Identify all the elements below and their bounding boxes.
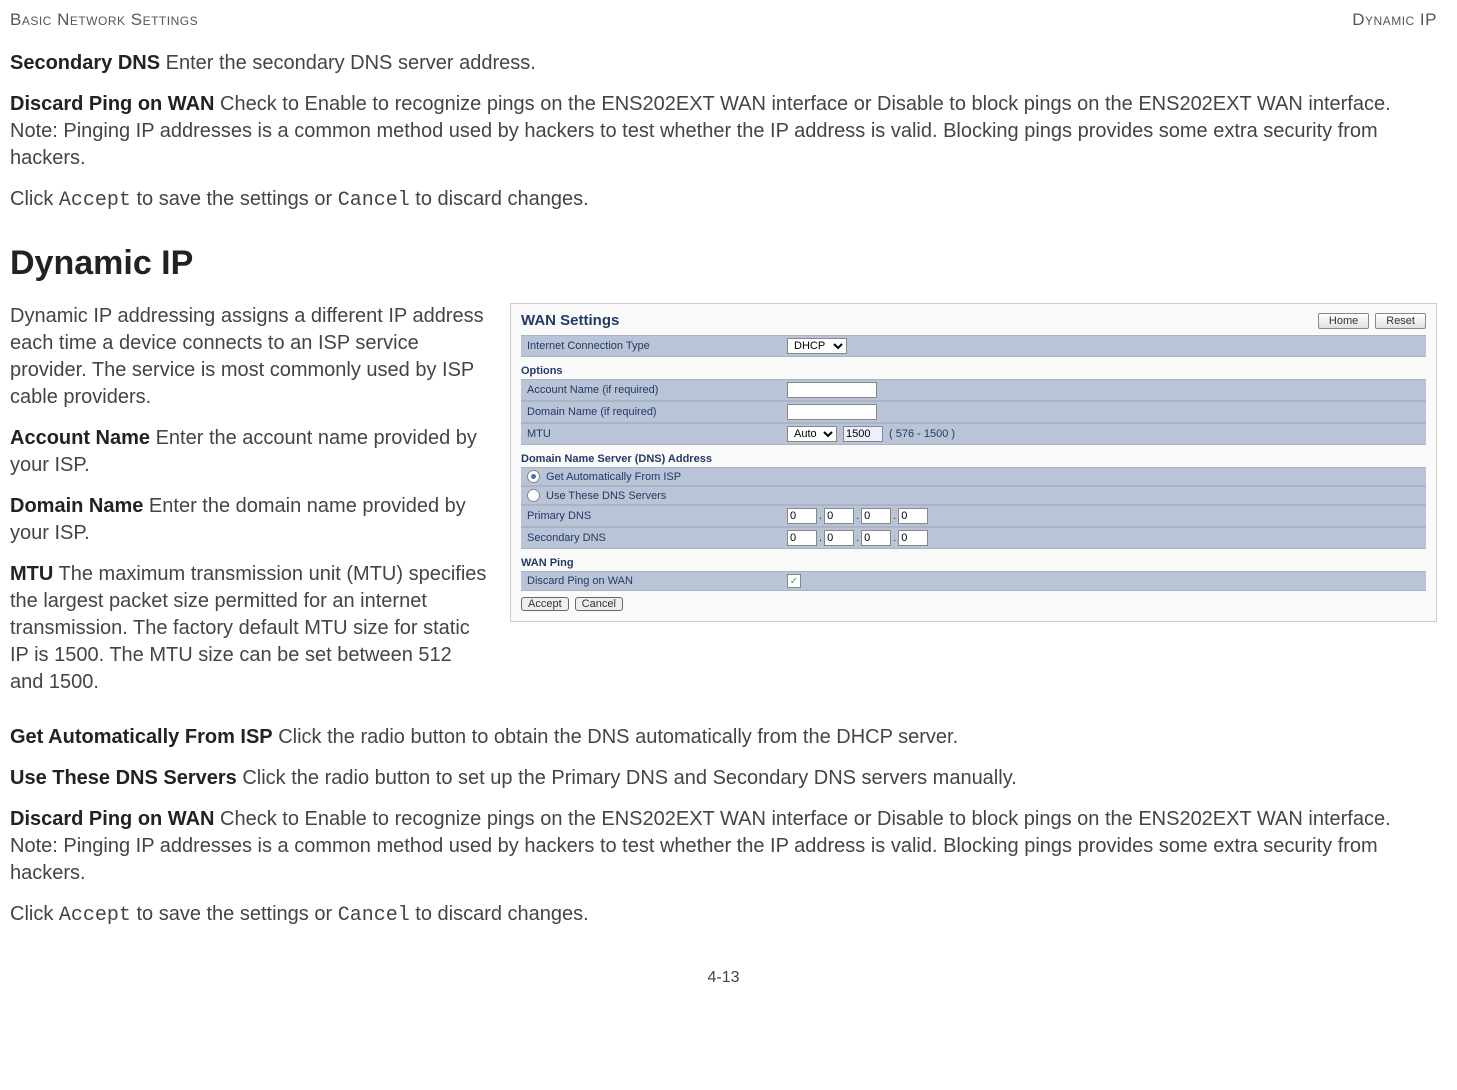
label-discard-ping-1: Discard Ping on WAN <box>10 93 214 115</box>
home-button[interactable]: Home <box>1318 313 1369 329</box>
code-accept-1: Accept <box>59 189 131 212</box>
row-mtu: MTU Auto ( 576 - 1500 ) <box>521 423 1426 445</box>
connection-type-select[interactable]: DHCP <box>787 338 847 354</box>
mtu-value-input[interactable] <box>843 426 883 442</box>
paragraph-dynip-intro: Dynamic IP addressing assigns a differen… <box>10 303 490 411</box>
label-discard-ping-2: Discard Ping on WAN <box>10 808 214 830</box>
label-domain-name: Domain Name <box>10 495 143 517</box>
row-discard-ping: Discard Ping on WAN ✓ <box>521 571 1426 591</box>
label-get-auto: Get Automatically From ISP <box>10 726 273 748</box>
radio-use-these[interactable] <box>527 489 540 502</box>
cancel-button[interactable]: Cancel <box>575 597 623 611</box>
page-running-header: Basic Network Settings Dynamic IP <box>10 10 1437 30</box>
paragraph-secondary-dns: Secondary DNS Enter the secondary DNS se… <box>10 50 1437 77</box>
row-use-these[interactable]: Use These DNS Servers <box>521 486 1426 505</box>
options-heading: Options <box>521 357 1426 379</box>
screenshot-title: WAN Settings <box>521 312 619 329</box>
reset-button[interactable]: Reset <box>1375 313 1426 329</box>
row-get-auto[interactable]: Get Automatically From ISP <box>521 467 1426 486</box>
paragraph-use-dns: Use These DNS Servers Click the radio bu… <box>10 765 1437 792</box>
label-account-name: Account Name <box>10 427 150 449</box>
paragraph-discard-ping-1: Discard Ping on WAN Check to Enable to r… <box>10 91 1437 172</box>
row-primary-dns: Primary DNS . . . <box>521 505 1426 527</box>
code-cancel-1: Cancel <box>338 189 410 212</box>
accept-button[interactable]: Accept <box>521 597 569 611</box>
header-left: Basic Network Settings <box>10 10 198 30</box>
heading-dynamic-ip: Dynamic IP <box>10 244 1437 283</box>
label-mtu: MTU <box>10 563 53 585</box>
label-secondary-dns: Secondary DNS <box>10 52 160 74</box>
secondary-dns-input-group[interactable]: . . . <box>787 530 1420 546</box>
primary-dns-input-group[interactable]: . . . <box>787 508 1420 524</box>
domain-name-input[interactable] <box>787 404 877 420</box>
paragraph-mtu: MTU The maximum transmission unit (MTU) … <box>10 561 490 696</box>
text-discard-ping-1: Check to Enable to recognize pings on th… <box>10 93 1391 169</box>
row-secondary-dns: Secondary DNS . . . <box>521 527 1426 549</box>
paragraph-click-accept-2: Click Accept to save the settings or Can… <box>10 901 1437 929</box>
wan-ping-heading: WAN Ping <box>521 549 1426 571</box>
text-secondary-dns: Enter the secondary DNS server address. <box>160 52 536 74</box>
code-accept-2: Accept <box>59 904 131 927</box>
screenshot-wan-settings: WAN Settings Home Reset Internet Connect… <box>510 303 1437 622</box>
mtu-mode-select[interactable]: Auto <box>787 426 837 442</box>
paragraph-click-accept-1: Click Accept to save the settings or Can… <box>10 186 1437 214</box>
row-domain-name: Domain Name (if required) <box>521 401 1426 423</box>
paragraph-discard-ping-2: Discard Ping on WAN Check to Enable to r… <box>10 806 1437 887</box>
row-account-name: Account Name (if required) <box>521 379 1426 401</box>
paragraph-get-auto: Get Automatically From ISP Click the rad… <box>10 724 1437 751</box>
dns-heading: Domain Name Server (DNS) Address <box>521 445 1426 467</box>
code-cancel-2: Cancel <box>338 904 410 927</box>
radio-get-auto[interactable] <box>527 470 540 483</box>
page-number: 4-13 <box>10 969 1437 987</box>
paragraph-account-name: Account Name Enter the account name prov… <box>10 425 490 479</box>
paragraph-domain-name: Domain Name Enter the domain name provid… <box>10 493 490 547</box>
header-right: Dynamic IP <box>1352 10 1437 30</box>
account-name-input[interactable] <box>787 382 877 398</box>
row-connection-type: Internet Connection Type DHCP <box>521 335 1426 357</box>
label-use-dns: Use These DNS Servers <box>10 767 237 789</box>
discard-ping-checkbox[interactable]: ✓ <box>787 574 801 588</box>
